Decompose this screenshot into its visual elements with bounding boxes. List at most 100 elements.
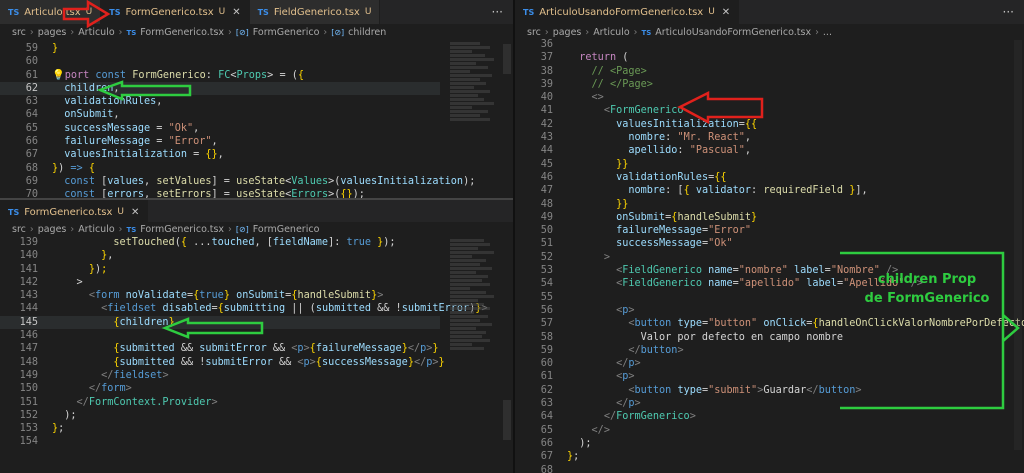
code-line[interactable]: 44 apellido: "Pascual", — [515, 144, 995, 157]
line-text: }} — [616, 198, 629, 210]
tab-articulo[interactable]: TS Articulo.tsx U — [0, 0, 102, 24]
breadcrumb-item[interactable]: Articulo — [78, 224, 114, 235]
line-text: ); — [567, 437, 592, 449]
line-number: 55 — [540, 291, 553, 303]
line-text: }) => { — [52, 162, 95, 174]
code-line[interactable]: 149 </fieldset> — [0, 369, 440, 382]
code-editor[interactable]: 139 setTouched({ ...touched, [fieldName]… — [0, 236, 488, 449]
code-line[interactable]: 38 // <Page> — [515, 65, 995, 78]
code-line[interactable]: 139 setTouched({ ...touched, [fieldName]… — [0, 236, 440, 249]
breadcrumb-item[interactable]: children — [348, 27, 386, 38]
code-line[interactable]: 36 — [515, 38, 995, 51]
code-line[interactable]: 151 </FormContext.Provider> — [0, 396, 440, 409]
code-line[interactable]: 37 return ( — [515, 51, 995, 64]
breadcrumb-item[interactable]: FormGenerico — [253, 27, 320, 38]
code-line[interactable]: 58 Valor por defecto en campo nombre — [515, 331, 995, 344]
tab-formgenerico[interactable]: TS FormGenerico.tsx U ✕ — [0, 200, 149, 224]
code-line[interactable]: 48 }} — [515, 198, 995, 211]
code-line[interactable]: 51 successMessage="Ok" — [515, 237, 995, 250]
breadcrumb-item[interactable]: pages — [38, 224, 67, 235]
code-line[interactable]: 57 <button type="button" onClick={handle… — [515, 317, 1024, 330]
breadcrumb-item[interactable]: FormGenerico.tsx — [140, 27, 224, 38]
breadcrumb-item[interactable]: ... — [823, 27, 832, 38]
breadcrumb-item[interactable]: src — [12, 27, 26, 38]
tab-formgenerico[interactable]: TS FormGenerico.tsx U ✕ — [101, 0, 250, 24]
code-line[interactable]: 62 children, — [0, 81, 440, 96]
minimap[interactable] — [450, 41, 500, 122]
code-line[interactable]: 65 successMessage = "Ok", — [0, 122, 440, 135]
code-line[interactable]: 68 — [515, 464, 995, 473]
code-line[interactable]: 43 nombre: "Mr. React", — [515, 131, 995, 144]
breadcrumb-item[interactable]: pages — [38, 27, 67, 38]
scrollbar[interactable] — [503, 44, 511, 74]
code-line[interactable]: 40 <> — [515, 91, 995, 104]
code-line[interactable]: 61 💡port const FormGenerico: FC<Props> = … — [0, 69, 440, 82]
line-text: ); — [52, 409, 77, 421]
code-line[interactable]: 140 }, — [0, 249, 440, 262]
code-line[interactable]: 153}; — [0, 422, 440, 435]
breadcrumb-item[interactable]: ArticuloUsandoFormGenerico.tsx — [655, 27, 811, 38]
close-icon[interactable]: ✕ — [232, 7, 240, 18]
code-line[interactable]: 47 nombre: [{ validator: requiredField }… — [515, 184, 995, 197]
code-line[interactable]: 49 onSubmit={handleSubmit} — [515, 211, 995, 224]
breadcrumb-item[interactable]: Articulo — [593, 27, 629, 38]
code-line[interactable]: 46 validationRules={{ — [515, 171, 995, 184]
code-line[interactable]: 70 const [errors, setErrors] = useState<… — [0, 188, 440, 198]
code-line[interactable]: 154 — [0, 435, 440, 448]
code-line[interactable]: 63 validationRules, — [0, 95, 440, 108]
code-line[interactable]: 41 <FormGenerico — [515, 104, 995, 117]
tab-fieldgenerico[interactable]: TS FieldGenerico.tsx U — [249, 0, 381, 24]
chevron-right-icon: › — [323, 27, 328, 38]
line-number: 149 — [19, 369, 38, 381]
more-actions-icon[interactable]: ··· — [482, 0, 513, 24]
code-line[interactable]: 142 > — [0, 276, 440, 289]
code-line[interactable]: 64 </FormGenerico> — [515, 410, 995, 423]
code-line[interactable]: 60 </p> — [515, 357, 995, 370]
more-actions-icon[interactable]: ··· — [993, 0, 1024, 24]
close-icon[interactable]: ✕ — [131, 207, 139, 218]
code-line[interactable]: 59} — [0, 42, 440, 55]
breadcrumb-item[interactable]: src — [12, 224, 26, 235]
code-line[interactable]: 68}) => { — [0, 162, 440, 175]
scrollbar[interactable] — [503, 400, 511, 440]
code-line[interactable]: 52 > — [515, 251, 995, 264]
code-line[interactable]: 39 // </Page> — [515, 78, 995, 91]
code-line[interactable]: 150 </form> — [0, 382, 440, 395]
code-line[interactable]: 66 failureMessage = "Error", — [0, 135, 440, 148]
code-line[interactable]: 148 {submitted && !submitError && <p>{su… — [0, 356, 445, 369]
code-line[interactable]: 45 }} — [515, 158, 995, 171]
code-line[interactable]: 69 const [values, setValues] = useState<… — [0, 175, 476, 188]
code-line[interactable]: 61 <p> — [515, 370, 995, 383]
code-line[interactable]: 152 ); — [0, 409, 440, 422]
code-editor[interactable]: 36 37 return (38 // <Page> 39 // </Page> 40… — [515, 38, 1024, 473]
scrollbar[interactable] — [1014, 40, 1022, 450]
code-line[interactable]: 64 onSubmit, — [0, 108, 440, 121]
code-line[interactable]: 60 — [0, 55, 440, 68]
code-line[interactable]: 143 <form noValidate={true} onSubmit={ha… — [0, 289, 440, 302]
code-line[interactable]: 145 {children} — [0, 315, 440, 330]
breadcrumb-item[interactable]: FormGenerico — [253, 224, 320, 235]
breadcrumb-item[interactable]: src — [527, 27, 541, 38]
code-editor[interactable]: 59} 60 61 💡port const FormGenerico: FC<Prop… — [0, 42, 476, 198]
breadcrumb-item[interactable]: pages — [553, 27, 582, 38]
code-line[interactable]: 67 valuesInitialization = {}, — [0, 148, 440, 161]
code-line[interactable]: 67}; — [515, 450, 995, 463]
code-line[interactable]: 141 }); — [0, 263, 440, 276]
code-line[interactable]: 50 failureMessage="Error" — [515, 224, 995, 237]
breadcrumb-item[interactable]: Articulo — [78, 27, 114, 38]
code-line[interactable]: 66 ); — [515, 437, 995, 450]
breadcrumb-item[interactable]: FormGenerico.tsx — [140, 224, 224, 235]
typescript-icon: TS — [8, 207, 20, 217]
code-line[interactable]: 63 </p> — [515, 397, 995, 410]
code-line[interactable]: 42 valuesInitialization={{ — [515, 118, 995, 131]
code-line[interactable]: 144 <fieldset disabled={submitting || (s… — [0, 302, 488, 315]
code-line[interactable]: 62 <button type="submit">Guardar</button… — [515, 384, 995, 397]
code-line[interactable]: 59 </button> — [515, 344, 995, 357]
code-line[interactable]: 65 </> — [515, 424, 995, 437]
close-icon[interactable]: ✕ — [722, 7, 730, 18]
tab-articulousandoformgenerico[interactable]: TS ArticuloUsandoFormGenerico.tsx U ✕ — [515, 0, 740, 24]
code-line[interactable]: 146 — [0, 329, 440, 342]
minimap[interactable] — [450, 238, 500, 351]
code-line[interactable]: 147 {submitted && submitError && <p>{fai… — [0, 342, 440, 355]
typescript-icon: TS — [523, 7, 535, 17]
